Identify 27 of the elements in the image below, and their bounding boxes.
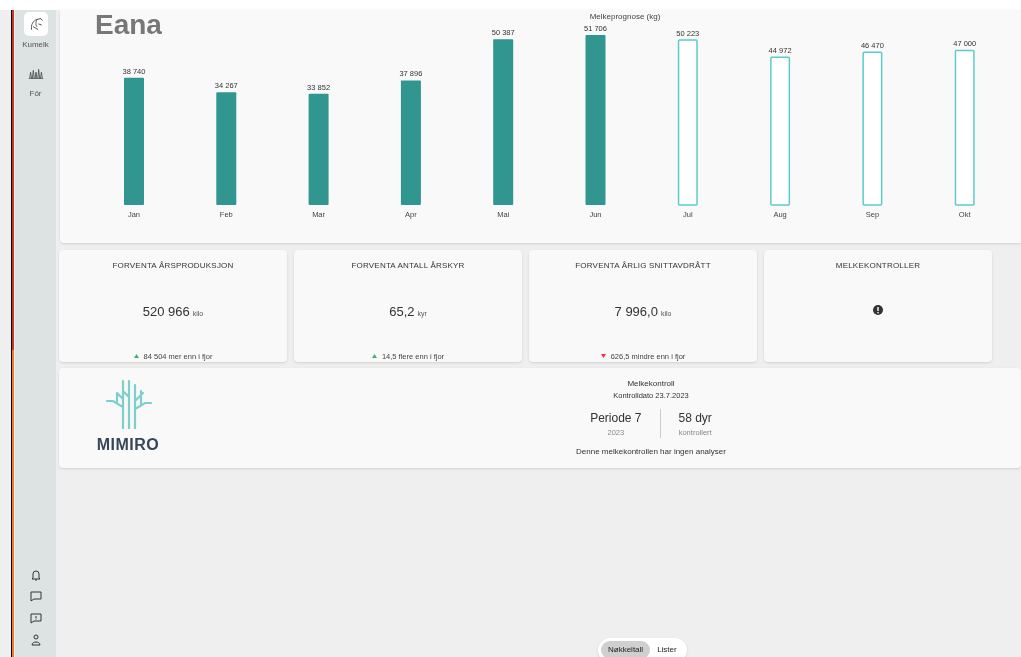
sidebar-label: Kumelk xyxy=(22,39,49,51)
user-icon xyxy=(28,633,43,647)
view-tab[interactable]: Lister xyxy=(650,641,684,657)
kpi-title: MELKEKONTROLLER xyxy=(835,260,921,272)
milk-control-note: Denne melkekontrollen har ingen analyser xyxy=(576,445,726,458)
feedback-icon xyxy=(28,611,43,625)
kpi-title: FORVENTA ANTALL ÅRSKYR xyxy=(351,260,465,272)
user-button[interactable] xyxy=(28,633,43,647)
chat-button[interactable] xyxy=(28,589,43,603)
feedback-button[interactable] xyxy=(28,611,43,625)
view-tab[interactable]: Nøkkeltall xyxy=(601,641,651,657)
kpi-value: 520 966 xyxy=(142,303,190,321)
milk-control-title: Melkekontroll xyxy=(627,378,675,391)
page-title: Eana xyxy=(95,10,162,40)
alert-icon xyxy=(873,305,883,315)
chat-icon xyxy=(28,589,43,603)
kpi-title: FORVENTA ÅRSPRODUKSJON xyxy=(112,260,234,272)
kpi-value: 65,2 xyxy=(389,303,415,321)
period-value: Periode 7 xyxy=(590,409,642,427)
tree-logo-icon xyxy=(103,379,153,429)
sidebar-item[interactable]: Fôr xyxy=(23,61,48,100)
kpi-title: FORVENTA ÅRLIG SNITTAVDRÅTT xyxy=(575,260,711,272)
kpi-value: 7 996,0 xyxy=(614,303,658,321)
logo-text: MIMIRO xyxy=(96,435,160,455)
animal-count: 58 dyr xyxy=(678,409,712,427)
sidebar-label: Fôr xyxy=(29,88,42,100)
chart-title: Melkeprognose (kg) xyxy=(589,12,661,21)
